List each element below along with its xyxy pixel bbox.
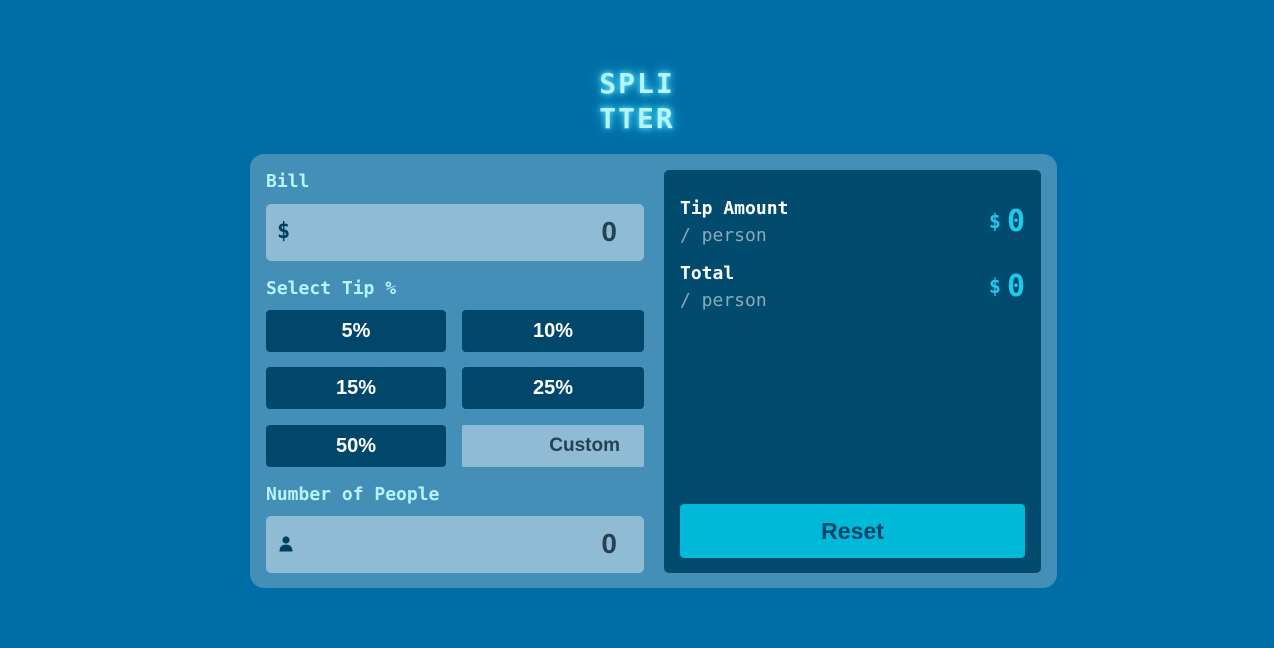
tip-amount-per-person: / person <box>680 225 767 246</box>
tip-button-10[interactable]: 10% <box>462 310 644 352</box>
app-logo: SPLI TTER <box>0 66 1274 136</box>
custom-tip-input[interactable]: Custom <box>462 425 644 467</box>
total-title: Total <box>680 263 735 284</box>
tip-amount-currency: $ <box>988 209 1001 233</box>
reset-button[interactable]: Reset <box>680 504 1025 558</box>
people-input[interactable]: 0 <box>266 516 644 573</box>
tip-button-25[interactable]: 25% <box>462 367 644 409</box>
number-of-people-label: Number of People <box>266 484 440 505</box>
bill-input[interactable]: $ 0 <box>266 204 644 261</box>
logo-line-2: TTER <box>599 102 675 135</box>
people-input-value: 0 <box>601 528 617 559</box>
tip-button-5[interactable]: 5% <box>266 310 446 352</box>
bill-input-value: 0 <box>601 216 617 247</box>
total-display: $0 <box>989 269 1025 304</box>
total-per-person: / person <box>680 290 767 311</box>
tip-amount-display: $0 <box>989 204 1025 239</box>
results-panel: Tip Amount / person $0 Total / person $0… <box>664 170 1041 573</box>
tip-button-15[interactable]: 15% <box>266 367 446 409</box>
person-icon <box>279 536 293 552</box>
total-value: 0 <box>1006 269 1025 304</box>
tip-amount-title: Tip Amount <box>680 198 789 219</box>
calculator-card: Bill $ 0 Select Tip % 5% 10% 15% 25% 50%… <box>250 154 1057 588</box>
tip-button-50[interactable]: 50% <box>266 425 446 467</box>
total-currency: $ <box>988 274 1001 298</box>
bill-label: Bill <box>266 171 310 192</box>
dollar-icon: $ <box>277 219 291 244</box>
tip-amount-value: 0 <box>1006 204 1025 239</box>
select-tip-label: Select Tip % <box>266 278 397 299</box>
logo-line-1: SPLI <box>599 67 675 100</box>
